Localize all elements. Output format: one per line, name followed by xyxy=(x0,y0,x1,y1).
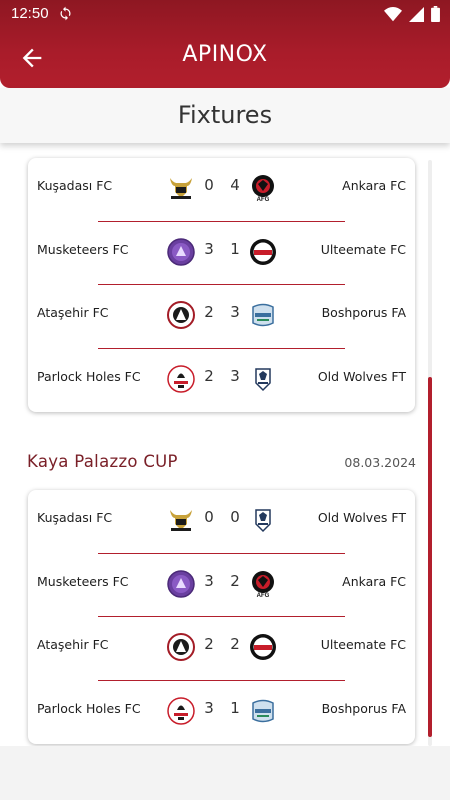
sync-icon xyxy=(60,6,71,21)
home-score: 2 xyxy=(204,366,214,385)
away-team-name: Boshporus FA xyxy=(321,700,406,716)
away-team-name: Ankara FC xyxy=(342,573,406,589)
home-team-name: Musketeers FC xyxy=(37,241,129,257)
home-score: 3 xyxy=(204,571,214,590)
afg-logo: AFG xyxy=(249,174,277,203)
bull-logo xyxy=(167,174,195,202)
match-row[interactable]: Parlock Holes FC 3 1 Boshporus FA xyxy=(28,681,415,745)
match-row[interactable]: Musketeers FC 3 2 AFG Ankara FC xyxy=(28,554,415,617)
away-team-name: Boshporus FA xyxy=(321,305,406,320)
fixtures-list[interactable]: Bodrum CUP19.04.2024Kuşadası FC04AFGAnka… xyxy=(0,150,450,746)
away-score: 1 xyxy=(230,698,240,717)
cup-name: Kaya Palazzo CUP xyxy=(27,452,178,471)
away-score: 2 xyxy=(230,635,240,653)
musketeers-logo xyxy=(167,569,195,598)
fixtures-content: Bodrum CUP19.04.2024Kuşadası FC04AFGAnka… xyxy=(0,150,450,746)
home-team-name: Ataşehir FC xyxy=(37,637,109,652)
home-score: 2 xyxy=(204,303,214,321)
home-team-name: Kuşadası FC xyxy=(37,510,113,525)
home-score: 3 xyxy=(204,698,214,717)
fixtures-card: Kuşadası FC 0 0 Old Wolves FT Musketeers FC 3… xyxy=(28,490,415,744)
toolbar: APINOX xyxy=(0,28,450,88)
cup-header: Kaya Palazzo CUP 08.03.2024 xyxy=(0,438,450,490)
match-row[interactable]: Kuşadası FC 0 4 AFG Ankara FC xyxy=(28,158,415,222)
away-score: 1 xyxy=(230,239,240,258)
status-time: 12:50 xyxy=(11,5,49,22)
scrollbar-thumb[interactable] xyxy=(428,377,432,737)
battery-icon xyxy=(431,6,440,22)
bull-logo xyxy=(167,506,195,534)
home-team-name: Kuşadası FC xyxy=(37,178,113,193)
wifi-icon xyxy=(384,6,402,21)
away-score: 3 xyxy=(230,366,240,385)
away-team-name: Ulteemate FC xyxy=(320,241,406,257)
ulteemate-logo xyxy=(249,633,277,661)
match-row[interactable]: Kuşadası FC 0 0 Old Wolves FT xyxy=(28,490,415,554)
svg-text:AFG: AFG xyxy=(257,197,270,202)
match-row[interactable]: Ataşehir FC 2 3 Boshporus FA xyxy=(28,285,415,349)
ulteemate-logo xyxy=(249,238,277,266)
cup-header: Bodrum CUP19.04.2024 xyxy=(0,150,450,158)
atasehir-logo xyxy=(167,633,195,661)
musketeers-logo xyxy=(167,237,195,266)
away-team-name: Old Wolves FT xyxy=(317,510,406,525)
home-team-name: Parlock Holes FC xyxy=(37,368,141,384)
status-bar: 12:50 xyxy=(0,0,450,28)
cup-date: 08.03.2024 xyxy=(344,455,416,470)
boshporus-logo xyxy=(249,301,277,329)
afg-logo: AFG xyxy=(249,570,277,599)
home-score: 2 xyxy=(204,635,214,653)
parlock-logo xyxy=(167,696,195,725)
away-team-name: Ulteemate FC xyxy=(320,637,406,652)
parlock-logo xyxy=(167,364,195,393)
home-score: 0 xyxy=(204,176,214,194)
away-team-name: Old Wolves FT xyxy=(317,368,406,384)
home-team-name: Parlock Holes FC xyxy=(37,700,141,716)
page-title: Fixtures xyxy=(0,88,450,143)
app-title: APINOX xyxy=(182,42,268,67)
away-score: 4 xyxy=(230,176,240,194)
atasehir-logo xyxy=(167,301,195,329)
home-score: 0 xyxy=(204,508,214,526)
system-nav-area xyxy=(0,746,450,800)
wolves-logo xyxy=(249,506,277,534)
wolves-logo xyxy=(249,365,277,393)
home-team-name: Ataşehir FC xyxy=(37,305,109,320)
match-row[interactable]: Ataşehir FC 2 2 Ulteemate FC xyxy=(28,617,415,681)
boshporus-logo xyxy=(249,697,277,725)
fixtures-card: Kuşadası FC 0 4 AFG Ankara FC Musketeers FC 3 1… xyxy=(28,158,415,412)
home-score: 3 xyxy=(204,239,214,258)
away-score: 2 xyxy=(230,571,240,590)
home-team-name: Musketeers FC xyxy=(37,573,129,589)
app-bar: 12:50 APINOX xyxy=(0,0,450,88)
svg-text:AFG: AFG xyxy=(257,593,270,598)
match-row[interactable]: Parlock Holes FC 2 3 Old Wolves FT xyxy=(28,349,415,413)
match-row[interactable]: Musketeers FC 3 1 Ulteemate FC xyxy=(28,222,415,285)
away-score: 0 xyxy=(230,508,240,526)
away-team-name: Ankara FC xyxy=(342,178,406,193)
away-score: 3 xyxy=(230,303,240,321)
signal-icon xyxy=(409,6,424,22)
